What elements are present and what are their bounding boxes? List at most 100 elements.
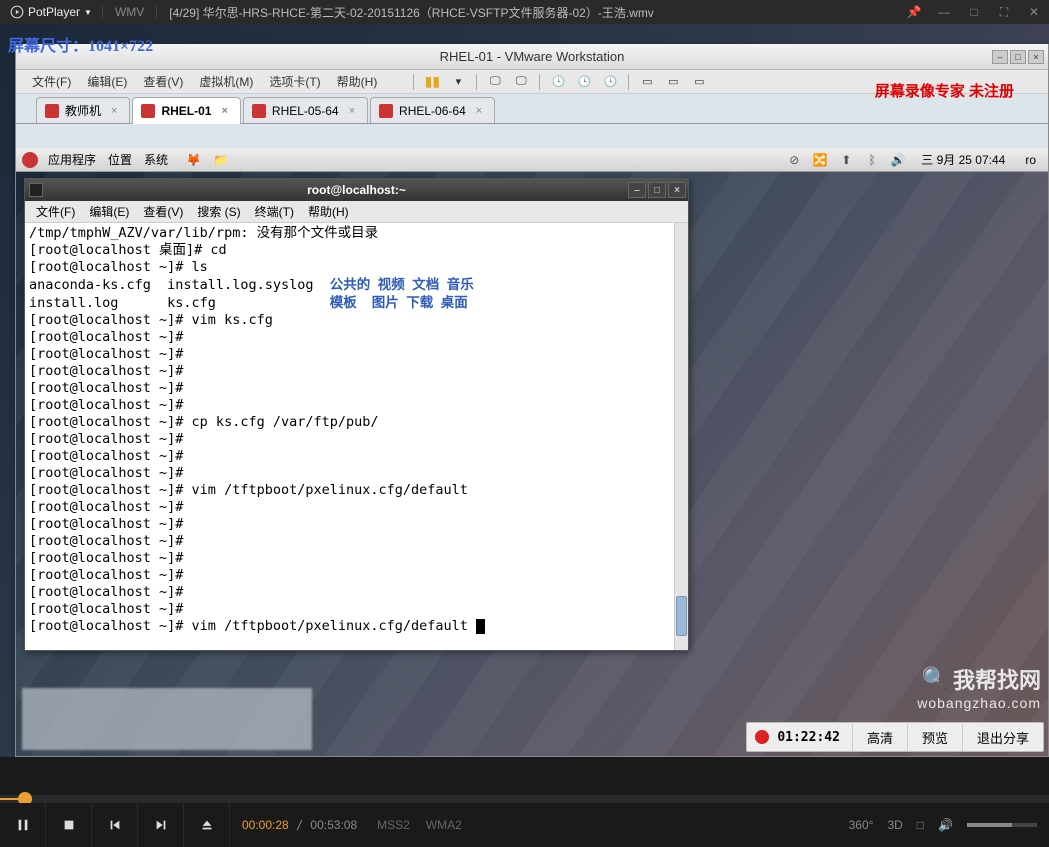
vm-power-icon[interactable]: ▾ xyxy=(448,73,468,91)
record-hd-button[interactable]: 高清 xyxy=(852,724,907,751)
aspect-button[interactable]: □ xyxy=(917,818,924,832)
term-minimize-icon[interactable]: – xyxy=(628,182,646,198)
vm-minimize-icon[interactable]: – xyxy=(992,50,1008,64)
codec-video: MSS2 xyxy=(369,818,418,832)
vm-view2-icon[interactable]: ▭ xyxy=(663,73,683,91)
term-menu-edit[interactable]: 编辑(E) xyxy=(82,203,136,220)
vm-view1-icon[interactable]: ▭ xyxy=(637,73,657,91)
gnome-panel: 应用程序 位置 系统 🦊 📁 ⊘ 🔀 ⬆ ᛒ 🔊 三 9月 25 07:44 r… xyxy=(16,148,1048,172)
term-menu-help[interactable]: 帮助(H) xyxy=(301,203,356,220)
clock[interactable]: 三 9月 25 07:44 xyxy=(915,151,1011,168)
network-icon[interactable]: 🔀 xyxy=(811,152,829,168)
menu-help[interactable]: 帮助(H) xyxy=(329,73,386,90)
app-icon[interactable]: 📁 xyxy=(207,153,234,167)
volume-slider[interactable] xyxy=(967,823,1037,827)
gnome-places[interactable]: 位置 xyxy=(102,151,138,168)
vm-snap-take-icon[interactable]: 🕓 xyxy=(548,73,568,91)
vm-snap-manage-icon[interactable]: 🕓 xyxy=(600,73,620,91)
vm-tab-teacher[interactable]: 教师机× xyxy=(36,97,130,123)
tab-close-icon[interactable]: × xyxy=(221,105,227,117)
menu-file[interactable]: 文件(F) xyxy=(24,73,79,90)
record-exit-button[interactable]: 退出分享 xyxy=(962,724,1043,751)
codec-audio: WMA2 xyxy=(418,818,470,832)
next-button[interactable] xyxy=(138,803,184,847)
menu-view[interactable]: 查看(V) xyxy=(135,73,191,90)
terminal-window: root@localhost:~ – □ × 文件(F) 编辑(E) 查看(V)… xyxy=(24,178,689,651)
magnify-icon: 🔍 xyxy=(922,666,949,692)
terminal-titlebar[interactable]: root@localhost:~ – □ × xyxy=(25,179,688,201)
terminal-body[interactable]: /tmp/tmphW_AZV/var/lib/rpm: 没有那个文件或目录 [r… xyxy=(25,223,688,650)
potplayer-titlebar: PotPlayer ▼ WMV [4/29] 华尔思-HRS-RHCE-第二天-… xyxy=(0,0,1049,24)
gnome-apps[interactable]: 应用程序 xyxy=(42,151,102,168)
term-menu-search[interactable]: 搜索 (S) xyxy=(190,203,247,220)
vm-tab-rhel06[interactable]: RHEL-06-64× xyxy=(370,97,495,123)
vm-tab-rhel01[interactable]: RHEL-01× xyxy=(132,97,240,124)
format-label: WMV xyxy=(102,5,157,19)
terminal-menubar: 文件(F) 编辑(E) 查看(V) 搜索 (S) 终端(T) 帮助(H) xyxy=(25,201,688,223)
vm-maximize-icon[interactable]: □ xyxy=(1010,50,1026,64)
record-time: 01:22:42 xyxy=(777,730,852,745)
rhel-desktop: 应用程序 位置 系统 🦊 📁 ⊘ 🔀 ⬆ ᛒ 🔊 三 9月 25 07:44 r… xyxy=(16,148,1048,756)
redhat-icon xyxy=(379,104,393,118)
screen-size-overlay: 屏幕尺寸：1041×722 xyxy=(8,32,153,56)
potplayer-logo[interactable]: PotPlayer ▼ xyxy=(0,5,102,19)
redhat-icon xyxy=(252,104,266,118)
fullscreen-icon[interactable]: ⛶ xyxy=(989,0,1019,24)
volume-icon[interactable]: 🔊 xyxy=(889,152,907,168)
vm-close-icon[interactable]: × xyxy=(1028,50,1044,64)
3d-button[interactable]: 3D xyxy=(887,818,902,832)
pause-button[interactable] xyxy=(0,803,46,847)
prev-button[interactable] xyxy=(92,803,138,847)
vmware-titlebar[interactable]: RHEL-01 - VMware Workstation – □ × xyxy=(16,44,1048,70)
tab-close-icon[interactable]: × xyxy=(111,105,117,117)
potplayer-controls: 00:00:28 / 00:53:08 MSS2 WMA2 360° 3D □ … xyxy=(0,803,1049,847)
vr-button[interactable]: 360° xyxy=(849,818,874,832)
volume-icon[interactable]: 🔊 xyxy=(938,818,953,832)
term-menu-view[interactable]: 查看(V) xyxy=(136,203,190,220)
minimize-icon[interactable]: — xyxy=(929,0,959,24)
bluetooth-icon[interactable]: ᛒ xyxy=(863,152,881,168)
terminal-icon xyxy=(29,183,43,197)
vm-view3-icon[interactable]: ▭ xyxy=(689,73,709,91)
record-preview-button[interactable]: 预览 xyxy=(907,724,962,751)
term-menu-terminal[interactable]: 终端(T) xyxy=(248,203,301,220)
recorder-watermark: 屏幕录像专家 未注册 xyxy=(875,80,1014,101)
video-title: [4/29] 华尔思-HRS-RHCE-第二天-02-20151126（RHCE… xyxy=(157,4,899,21)
censored-region xyxy=(22,688,312,750)
menu-vm[interactable]: 虚拟机(M) xyxy=(191,73,261,90)
seek-bar[interactable] xyxy=(0,795,1049,803)
vm-snap-revert-icon[interactable]: 🕓 xyxy=(574,73,594,91)
tray-icon[interactable]: ⊘ xyxy=(785,152,803,168)
video-area: 屏幕尺寸：1041×722 RHEL-01 - VMware Workstati… xyxy=(0,24,1049,757)
time-display: 00:00:28 / 00:53:08 xyxy=(230,818,369,832)
close-icon[interactable]: ✕ xyxy=(1019,0,1049,24)
term-maximize-icon[interactable]: □ xyxy=(648,182,666,198)
stop-button[interactable] xyxy=(46,803,92,847)
term-menu-file[interactable]: 文件(F) xyxy=(29,203,82,220)
eject-button[interactable] xyxy=(184,803,230,847)
terminal-scrollbar[interactable] xyxy=(674,223,688,650)
user-label[interactable]: ro xyxy=(1019,153,1042,167)
pin-icon[interactable]: 📌 xyxy=(899,0,929,24)
redhat-icon xyxy=(45,104,59,118)
tab-close-icon[interactable]: × xyxy=(349,105,355,117)
vmware-window: RHEL-01 - VMware Workstation – □ × 屏幕录像专… xyxy=(15,44,1049,757)
vm-pause-icon[interactable]: ▮▮ xyxy=(422,73,442,91)
updates-icon[interactable]: ⬆ xyxy=(837,152,855,168)
scrollbar-thumb[interactable] xyxy=(676,596,687,636)
vm-snapshot-icon[interactable]: 🖵 xyxy=(485,73,505,91)
menu-edit[interactable]: 编辑(E) xyxy=(79,73,135,90)
record-dot-icon xyxy=(755,730,769,744)
recording-bar: 01:22:42 高清 预览 退出分享 xyxy=(746,722,1044,752)
vm-tab-rhel05[interactable]: RHEL-05-64× xyxy=(243,97,368,123)
menu-tabs[interactable]: 选项卡(T) xyxy=(261,73,328,90)
firefox-icon[interactable]: 🦊 xyxy=(180,153,207,167)
tab-close-icon[interactable]: × xyxy=(476,105,482,117)
vm-snapshot2-icon[interactable]: 🖵 xyxy=(511,73,531,91)
maximize-icon[interactable]: □ xyxy=(959,0,989,24)
term-close-icon[interactable]: × xyxy=(668,182,686,198)
site-watermark: 🔍我帮找网 wobangzhao.com xyxy=(917,663,1041,711)
redhat-menu-icon[interactable] xyxy=(22,152,38,168)
gnome-system[interactable]: 系统 xyxy=(138,151,174,168)
redhat-icon xyxy=(141,104,155,118)
